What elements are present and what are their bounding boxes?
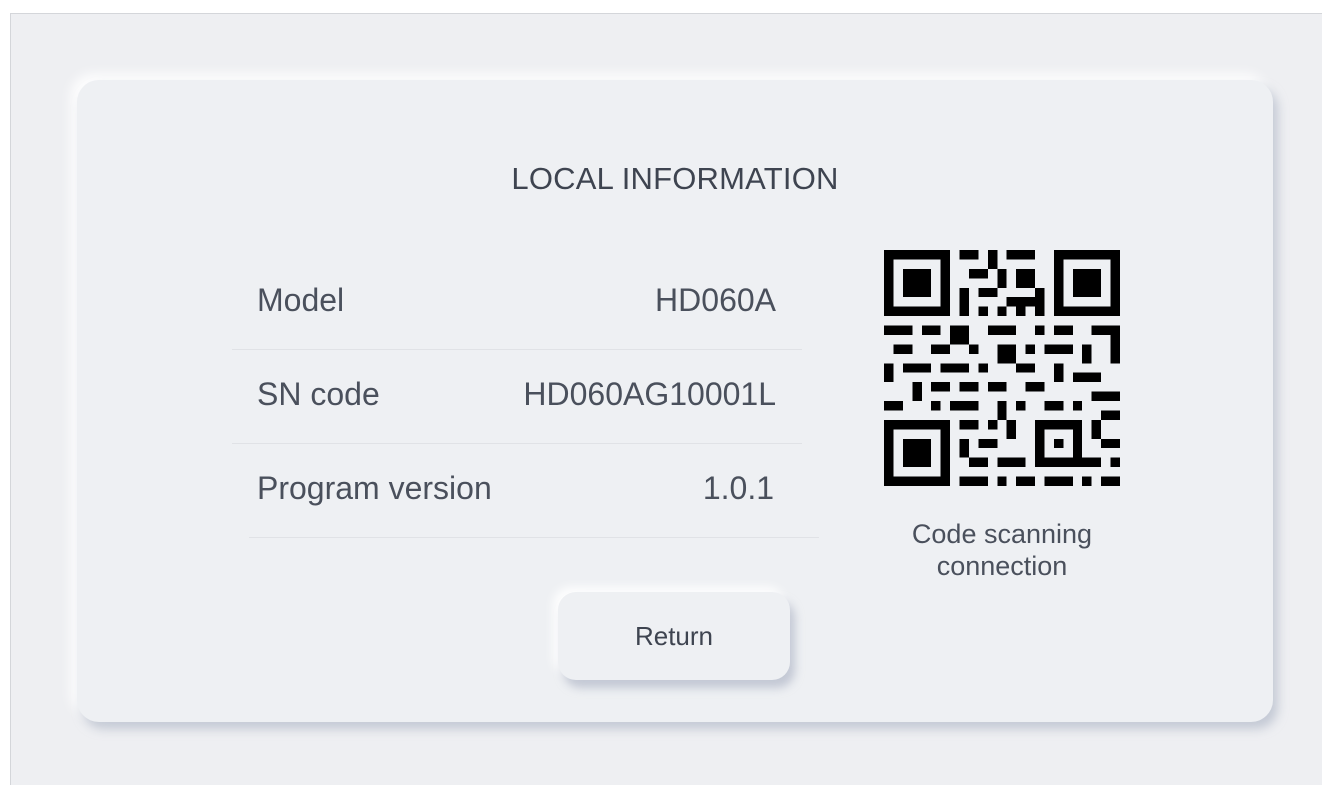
screen: LOCAL INFORMATION Model HD060A SN code H… (10, 13, 1322, 785)
info-row-sn-code: SN code HD060AG10001L (232, 349, 802, 444)
qr-caption-line-1: Code scanning (911, 519, 1093, 549)
qr-code-icon[interactable] (884, 250, 1120, 486)
qr-caption-line-2: connection (936, 551, 1068, 581)
program-version-label: Program version (257, 470, 492, 506)
info-row-model: Model HD060A (232, 255, 802, 350)
program-version-value: 1.0.1 (702, 470, 774, 506)
model-label: Model (257, 282, 345, 318)
return-button[interactable]: Return (558, 592, 790, 680)
local-information-panel: LOCAL INFORMATION Model HD060A SN code H… (77, 80, 1273, 722)
model-value: HD060A (655, 282, 776, 318)
info-row-program-version: Program version 1.0.1 (249, 443, 819, 538)
sn-code-value: HD060AG10001L (523, 376, 776, 412)
sn-code-label: SN code (257, 376, 380, 412)
qr-caption: Code scanning connection (857, 518, 1147, 582)
page-title: LOCAL INFORMATION (511, 161, 839, 196)
